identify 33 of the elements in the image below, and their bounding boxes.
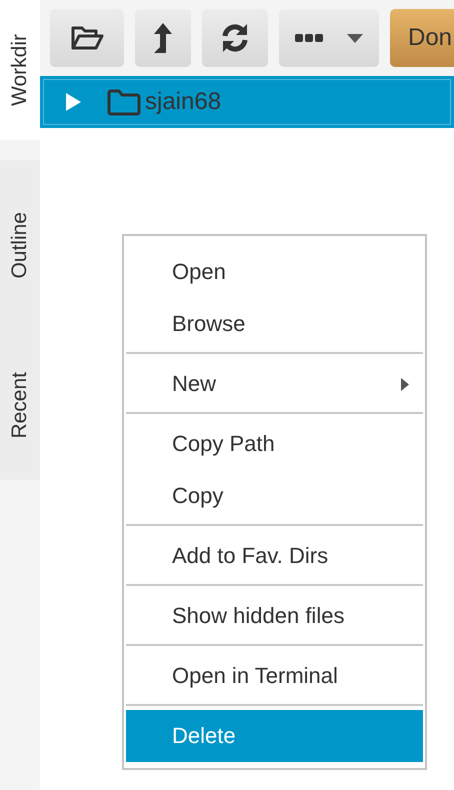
menu-item-label: Open in Terminal (172, 663, 339, 689)
menu-item[interactable]: Show hidden files (126, 590, 423, 642)
menu-item-label: Copy (172, 483, 224, 509)
sidebar-tab[interactable]: Recent (0, 330, 40, 480)
up-arrow-icon (152, 22, 174, 54)
menu-item-label: Browse (172, 311, 246, 337)
menu-item[interactable]: Open in Terminal (126, 650, 423, 702)
menu-item-label: Copy Path (172, 431, 276, 457)
tree-node[interactable]: sjain68 (40, 76, 454, 128)
sidebar-tab[interactable]: Workdir (0, 0, 40, 140)
menu-item[interactable]: New (126, 358, 423, 410)
refresh-button[interactable] (202, 9, 268, 67)
menu-item[interactable]: Add to Fav. Dirs (126, 530, 423, 582)
menu-item-label: Open (172, 259, 227, 285)
folder-icon (107, 88, 141, 116)
done-button[interactable]: Don (390, 9, 454, 67)
open-folder-icon (70, 24, 104, 52)
menu-item[interactable]: Copy (126, 470, 423, 522)
expand-arrow-icon[interactable] (65, 93, 81, 111)
menu-item[interactable]: Browse (126, 298, 423, 350)
menu-item[interactable]: Copy Path (126, 418, 423, 470)
ellipsis-icon (295, 33, 323, 43)
menu-item[interactable]: Open (126, 246, 423, 298)
menu-item-label: Delete (172, 723, 237, 749)
more-button[interactable] (279, 9, 379, 67)
menu-item-label: Add to Fav. Dirs (172, 543, 330, 569)
menu-item-label: New (172, 371, 218, 397)
caret-icon (347, 34, 363, 42)
sidebar-tab[interactable]: Outline (0, 160, 40, 330)
menu-item-label: Show hidden files (172, 603, 346, 629)
open-folder-button[interactable] (50, 9, 124, 67)
up-button[interactable] (135, 9, 191, 67)
folder-name: sjain68 (145, 88, 222, 116)
